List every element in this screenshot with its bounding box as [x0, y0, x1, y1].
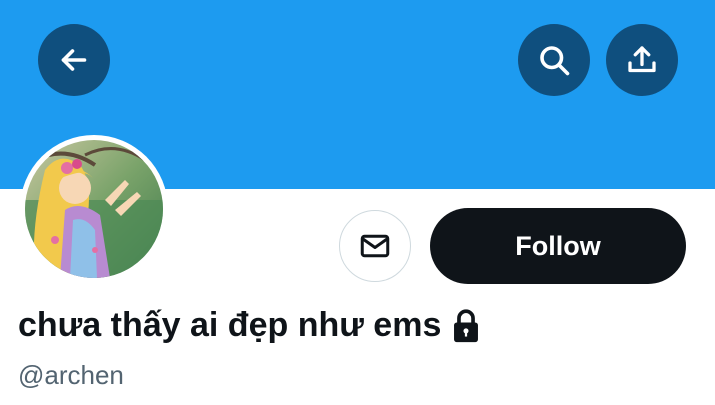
follow-button[interactable]: Follow — [430, 208, 686, 284]
share-button[interactable] — [606, 24, 678, 96]
mail-icon — [360, 234, 390, 258]
lock-icon — [449, 307, 483, 345]
message-button[interactable] — [339, 210, 411, 282]
display-name: chưa thấy ai đẹp như ems — [18, 306, 442, 344]
arrow-left-icon — [61, 49, 87, 71]
back-button[interactable] — [38, 24, 110, 96]
avatar-container[interactable] — [20, 135, 168, 283]
share-icon — [628, 46, 656, 73]
profile-handle: @archen — [18, 360, 124, 390]
search-button[interactable] — [518, 24, 590, 96]
search-icon — [540, 46, 570, 76]
profile-name-row: chưa thấy ai đẹp như ems — [18, 306, 483, 345]
follow-label: Follow — [515, 230, 601, 261]
avatar-image — [25, 140, 163, 278]
avatar[interactable] — [25, 140, 163, 278]
